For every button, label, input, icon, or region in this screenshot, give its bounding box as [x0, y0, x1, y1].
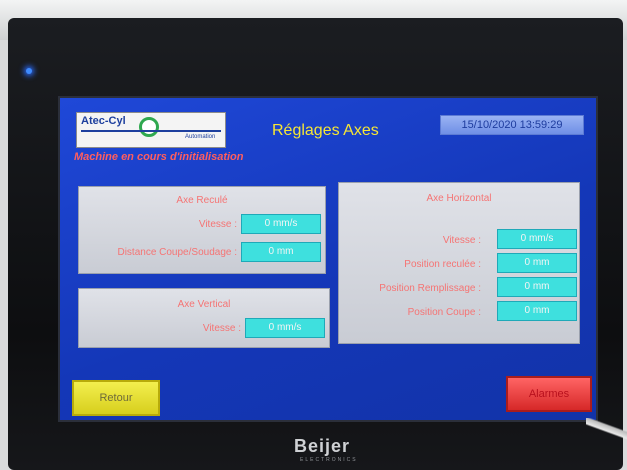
- panel-title-axe-horizontal: Axe Horizontal: [426, 193, 492, 204]
- panel-axe-horizontal: Axe Horizontal Vitesse : 0 mm/s Position…: [338, 182, 580, 344]
- panel-axe-vertical: Axe Vertical Vitesse : 0 mm/s: [78, 288, 330, 348]
- pos-coupe-label: Position Coupe :: [407, 307, 481, 318]
- panel-axe-recule: Axe Reculé Vitesse : 0 mm/s Distance Cou…: [78, 186, 326, 274]
- panel-title-axe-recule: Axe Reculé: [176, 195, 228, 206]
- logo-text: Atec-Cyl: [81, 115, 126, 127]
- pos-coupe-value[interactable]: 0 mm: [497, 301, 577, 321]
- device-brand-logo: Beijer: [294, 436, 351, 456]
- power-led-icon: [26, 68, 32, 74]
- speed-value-horizontal[interactable]: 0 mm/s: [497, 229, 577, 249]
- page-title: Réglages Axes: [272, 122, 379, 139]
- pos-reculee-value[interactable]: 0 mm: [497, 253, 577, 273]
- hmi-screen: Atec-Cyl Automation Réglages Axes 15/10/…: [58, 96, 598, 422]
- device-brand-subtext: ELECTRONICS: [300, 457, 358, 463]
- pos-remplissage-value[interactable]: 0 mm: [497, 277, 577, 297]
- back-button[interactable]: Retour: [72, 380, 160, 416]
- logo-ring-icon: [139, 117, 159, 137]
- alarms-button[interactable]: Alarmes: [506, 376, 592, 412]
- distance-label-recule: Distance Coupe/Soudage :: [117, 247, 237, 258]
- speed-label-recule: Vitesse :: [198, 219, 237, 230]
- logo-subtext: Automation: [185, 134, 216, 140]
- distance-value-recule[interactable]: 0 mm: [241, 242, 321, 262]
- speed-label-vertical: Vitesse :: [202, 323, 241, 334]
- cable-strap: [586, 418, 627, 440]
- datetime-display: 15/10/2020 13:59:29: [440, 115, 584, 135]
- status-message: Machine en cours d'initialisation: [74, 151, 244, 163]
- speed-label-horizontal: Vitesse :: [442, 235, 481, 246]
- pos-remplissage-label: Position Remplissage :: [379, 283, 481, 294]
- company-logo: Atec-Cyl Automation: [76, 112, 226, 148]
- logo-underline: [81, 130, 221, 132]
- pos-reculee-label: Position reculée :: [404, 259, 481, 270]
- panel-title-axe-vertical: Axe Vertical: [177, 299, 231, 310]
- speed-value-vertical[interactable]: 0 mm/s: [245, 318, 325, 338]
- speed-value-recule[interactable]: 0 mm/s: [241, 214, 321, 234]
